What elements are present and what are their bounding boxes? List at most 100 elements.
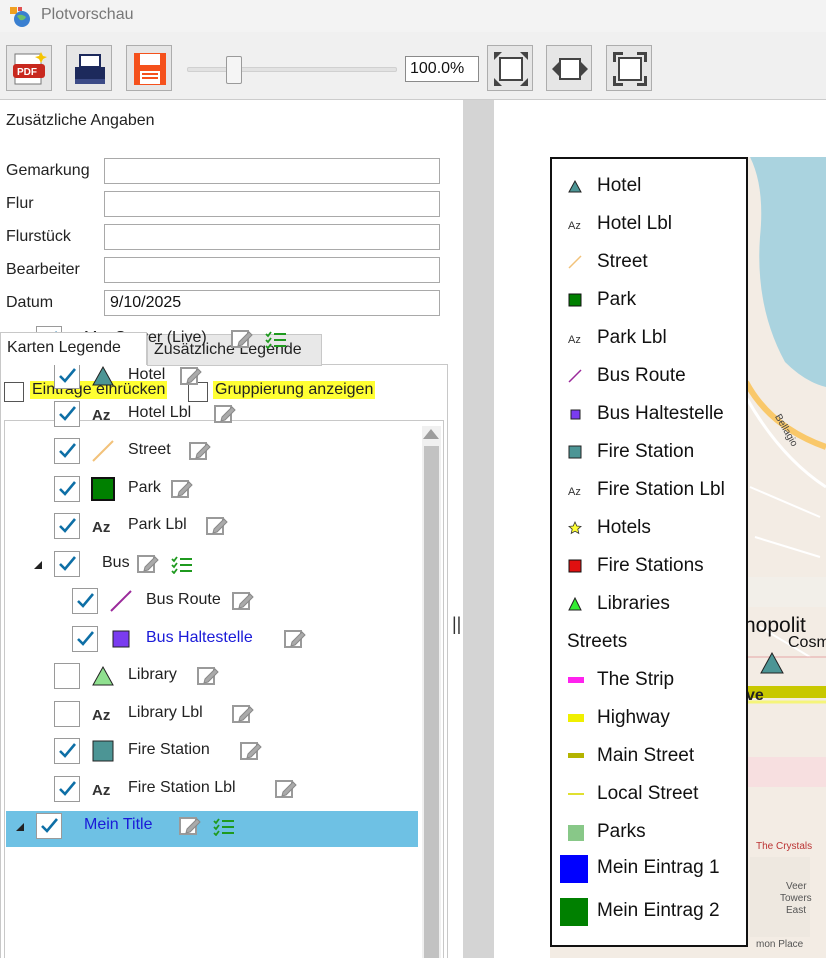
legend-entry-label: Highway (597, 707, 670, 728)
map-legend: Hotel Az Hotel Lbl Street Park Az Park Lbl Bus … (550, 157, 748, 947)
map-label-east: East (786, 905, 807, 916)
edit-icon[interactable] (188, 439, 212, 463)
tree-item-checkbox[interactable] (54, 401, 80, 427)
tree-item-checkbox[interactable] (54, 776, 80, 802)
tree-item-label: Mein Title (84, 816, 153, 833)
tab-karten-legende[interactable]: Karten Legende (0, 332, 147, 365)
svg-text:Az: Az (568, 334, 581, 345)
expand-arrow-icon[interactable] (34, 561, 42, 569)
svg-text:Az: Az (92, 782, 110, 799)
edit-icon[interactable] (170, 477, 194, 501)
tree-item-checkbox[interactable] (54, 438, 80, 464)
splitter-grip-icon[interactable]: || (452, 614, 461, 635)
datum-input[interactable]: 9/10/2025 (104, 290, 440, 316)
edit-icon[interactable] (230, 327, 254, 351)
legend-entry-label: Mein Eintrag 1 (597, 857, 720, 878)
edit-icon[interactable] (178, 814, 202, 838)
edit-icon[interactable] (136, 552, 160, 576)
legend-entry: Bus Haltestelle (552, 397, 748, 435)
fit-width-button[interactable] (546, 45, 592, 91)
legend-entry: Street (552, 245, 748, 283)
tree-item-checkbox[interactable] (54, 701, 80, 727)
edit-icon[interactable] (205, 514, 229, 538)
legend-entry: Streets (552, 625, 748, 663)
zoom-slider-thumb[interactable] (225, 56, 242, 84)
map-hotel-marker (760, 651, 784, 674)
square-icon (560, 855, 588, 883)
triangle-icon (568, 596, 584, 613)
tree-item-checkbox[interactable] (54, 663, 80, 689)
edit-icon[interactable] (179, 364, 203, 388)
triangle-icon (90, 663, 116, 689)
legend-entry-label: Fire Station Lbl (597, 479, 725, 500)
scroll-up-arrow-icon[interactable] (423, 429, 439, 439)
bearbeiter-input[interactable] (104, 257, 440, 283)
svg-text:Az: Az (92, 519, 110, 536)
map-label-place2: Cosm (788, 634, 826, 651)
zoom-slider-track[interactable] (187, 67, 397, 72)
gemarkung-input[interactable] (104, 158, 440, 184)
checklist-icon[interactable] (264, 329, 288, 350)
tree-item-checkbox[interactable] (54, 738, 80, 764)
tree-item-label: Library Lbl (128, 704, 203, 721)
svg-text:Az: Az (568, 486, 581, 497)
checklist-icon[interactable] (212, 816, 236, 837)
flur-input[interactable] (104, 191, 440, 217)
line-icon (108, 588, 134, 614)
tree-item-label: Park Lbl (128, 516, 187, 533)
square-icon (568, 825, 584, 841)
legend-entry: Bus Route (552, 359, 748, 397)
svg-text:PDF: PDF (17, 67, 37, 78)
section-title: Zusätzliche Angaben (6, 112, 155, 129)
legend-entry-label: Park Lbl (597, 327, 667, 348)
scroll-thumb[interactable] (424, 446, 439, 958)
legend-entry: Fire Stations (552, 549, 748, 587)
legend-entry: Mein Eintrag 1 (552, 853, 748, 891)
tree-item-checkbox[interactable] (72, 626, 98, 652)
pdf-export-icon: PDF (13, 52, 47, 85)
tree-item-checkbox[interactable] (54, 476, 80, 502)
print-button[interactable] (66, 45, 112, 91)
pdf-export-button[interactable]: PDF (6, 45, 52, 91)
legend-entry-label: Hotels (597, 517, 651, 538)
tree-item-checkbox[interactable] (54, 513, 80, 539)
window-title: Plotvorschau (41, 6, 134, 23)
tree-item-label: Hotel Lbl (128, 404, 192, 421)
zoom-value-field[interactable]: 100.0% (405, 56, 479, 82)
edit-icon[interactable] (213, 402, 237, 426)
save-icon (134, 53, 166, 85)
tree-item-checkbox[interactable] (72, 588, 98, 614)
tree-item-checkbox[interactable] (54, 363, 80, 389)
line-icon (568, 749, 584, 765)
legend-entry: Az Fire Station Lbl (552, 473, 748, 511)
label-az-icon: Az (568, 217, 584, 233)
label-az-icon: Az (90, 401, 116, 427)
svg-text:Az: Az (92, 407, 110, 424)
panel-splitter[interactable] (463, 100, 494, 958)
app-globe-icon (10, 7, 30, 27)
legend-entry-label: Bus Route (597, 365, 686, 386)
fit-page-button[interactable] (487, 45, 533, 91)
map-label-veer: Veer (786, 881, 807, 892)
edit-icon[interactable] (231, 589, 255, 613)
fit-all-button[interactable] (606, 45, 652, 91)
label-az-icon: Az (568, 483, 584, 499)
expand-arrow-icon[interactable] (16, 823, 24, 831)
gemarkung-label: Gemarkung (6, 162, 90, 179)
legend-entry: Highway (552, 701, 748, 739)
line-icon (90, 438, 116, 464)
legend-entry-label: The Strip (597, 669, 675, 690)
map-label-mon-place: mon Place (756, 939, 804, 950)
edit-icon[interactable] (196, 664, 220, 688)
save-button[interactable] (126, 45, 172, 91)
map-label-crystals: The Crystals (756, 841, 813, 852)
tree-item-checkbox[interactable] (54, 551, 80, 577)
edit-icon[interactable] (283, 627, 307, 651)
edit-icon[interactable] (231, 702, 255, 726)
edit-icon[interactable] (274, 777, 298, 801)
checklist-icon[interactable] (170, 554, 194, 575)
line-icon (568, 711, 584, 727)
flurstueck-input[interactable] (104, 224, 440, 250)
tree-item-checkbox[interactable] (36, 813, 62, 839)
edit-icon[interactable] (239, 739, 263, 763)
